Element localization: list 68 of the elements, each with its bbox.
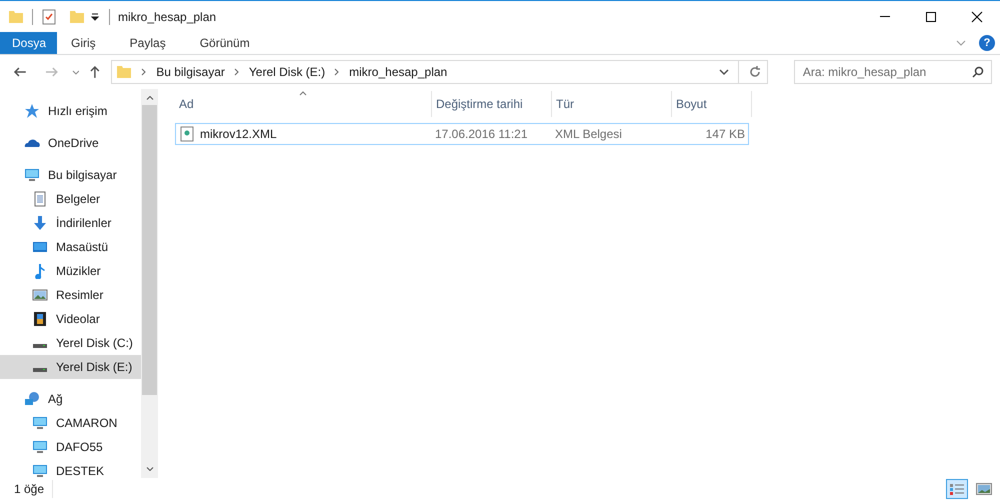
window-title: mikro_hesap_plan xyxy=(118,8,216,26)
close-icon xyxy=(971,10,983,22)
column-header[interactable]: Tür xyxy=(552,91,672,117)
minimize-icon xyxy=(879,16,891,17)
drive-icon xyxy=(32,344,48,348)
nav-item[interactable]: Resimler xyxy=(0,283,141,307)
address-bar[interactable]: Bu bilgisayar Yerel Disk (E:) mikro_hesap_plan xyxy=(111,60,768,84)
monitor-icon xyxy=(32,439,48,455)
nav-item[interactable]: Hızlı erişim xyxy=(0,99,141,123)
down-arrow-icon xyxy=(32,215,48,231)
nav-item[interactable]: DESTEK xyxy=(0,459,141,483)
nav-item[interactable]: Müzikler xyxy=(0,259,141,283)
chevron-right-icon xyxy=(232,68,241,76)
column-header[interactable]: Değiştirme tarihi xyxy=(432,91,552,117)
help-button[interactable]: ? xyxy=(979,35,995,51)
xml-file-icon xyxy=(179,126,195,142)
music-note-icon xyxy=(32,263,48,279)
desktop-icon xyxy=(32,239,48,255)
chevron-right-icon xyxy=(140,68,148,76)
search-field[interactable]: Ara: mikro_hesap_plan xyxy=(794,60,992,84)
maximize-icon xyxy=(925,10,937,22)
folder-icon xyxy=(116,64,132,80)
nav-item[interactable]: Ağ xyxy=(0,387,141,411)
search-icon xyxy=(972,66,984,78)
chevron-down-icon[interactable] xyxy=(72,68,80,76)
monitor-icon xyxy=(24,167,40,183)
image-icon xyxy=(32,287,48,303)
scroll-up-icon[interactable] xyxy=(146,96,154,100)
nav-item[interactable]: İndirilenler xyxy=(0,211,141,235)
nav-item[interactable]: Yerel Disk (C:) xyxy=(0,331,141,355)
breadcrumb[interactable]: mikro_hesap_plan xyxy=(349,63,448,81)
column-header[interactable]: Boyut xyxy=(672,91,752,117)
table-cell-text: XML Belgesi xyxy=(555,126,622,143)
nav-item[interactable]: Videolar xyxy=(0,307,141,331)
dropdown-icon[interactable] xyxy=(89,10,101,22)
file-tab[interactable]: Dosya xyxy=(0,32,57,54)
star-icon xyxy=(24,103,40,119)
nav-item[interactable]: Masaüstü xyxy=(0,235,141,259)
file-row[interactable]: mikrov12.XML 17.06.2016 11:21 XML Belgesi 147 KB xyxy=(175,123,749,145)
nav-item[interactable]: OneDrive xyxy=(0,131,141,155)
ribbon-tab[interactable]: Giriş xyxy=(57,32,110,54)
scroll-down-icon[interactable] xyxy=(146,467,154,471)
monitor-icon xyxy=(32,415,48,431)
table-cell-text: 17.06.2016 11:21 xyxy=(435,126,528,143)
ribbon-tab[interactable]: Görünüm xyxy=(186,32,264,54)
nav-item[interactable]: CAMARON xyxy=(0,411,141,435)
breadcrumb[interactable]: Bu bilgisayar xyxy=(156,63,225,81)
properties-icon[interactable] xyxy=(41,8,57,24)
column-header[interactable]: Ad xyxy=(175,91,432,117)
details-view-button[interactable] xyxy=(946,479,968,499)
monitor-icon xyxy=(32,463,48,479)
nav-item[interactable]: Belgeler xyxy=(0,187,141,211)
table-cell-text: 147 KB xyxy=(706,126,745,143)
nav-item[interactable]: DAFO55 xyxy=(0,435,141,459)
drive-icon xyxy=(32,368,48,372)
table-cell-text: mikrov12.XML xyxy=(200,126,277,143)
nav-item[interactable]: Yerel Disk (E:) xyxy=(0,355,141,379)
item-count: 1 öğe xyxy=(0,480,54,498)
network-icon xyxy=(24,391,40,407)
film-icon xyxy=(32,311,48,327)
chevron-right-icon xyxy=(333,68,342,76)
image-icon xyxy=(976,483,992,495)
details-list-icon xyxy=(949,483,965,495)
document-icon xyxy=(32,191,48,207)
scrollbar[interactable] xyxy=(141,89,158,478)
nav-item[interactable]: Bu bilgisayar xyxy=(0,163,141,187)
ribbon-tab[interactable]: Paylaş xyxy=(116,32,180,54)
breadcrumb[interactable]: Yerel Disk (E:) xyxy=(248,63,326,81)
